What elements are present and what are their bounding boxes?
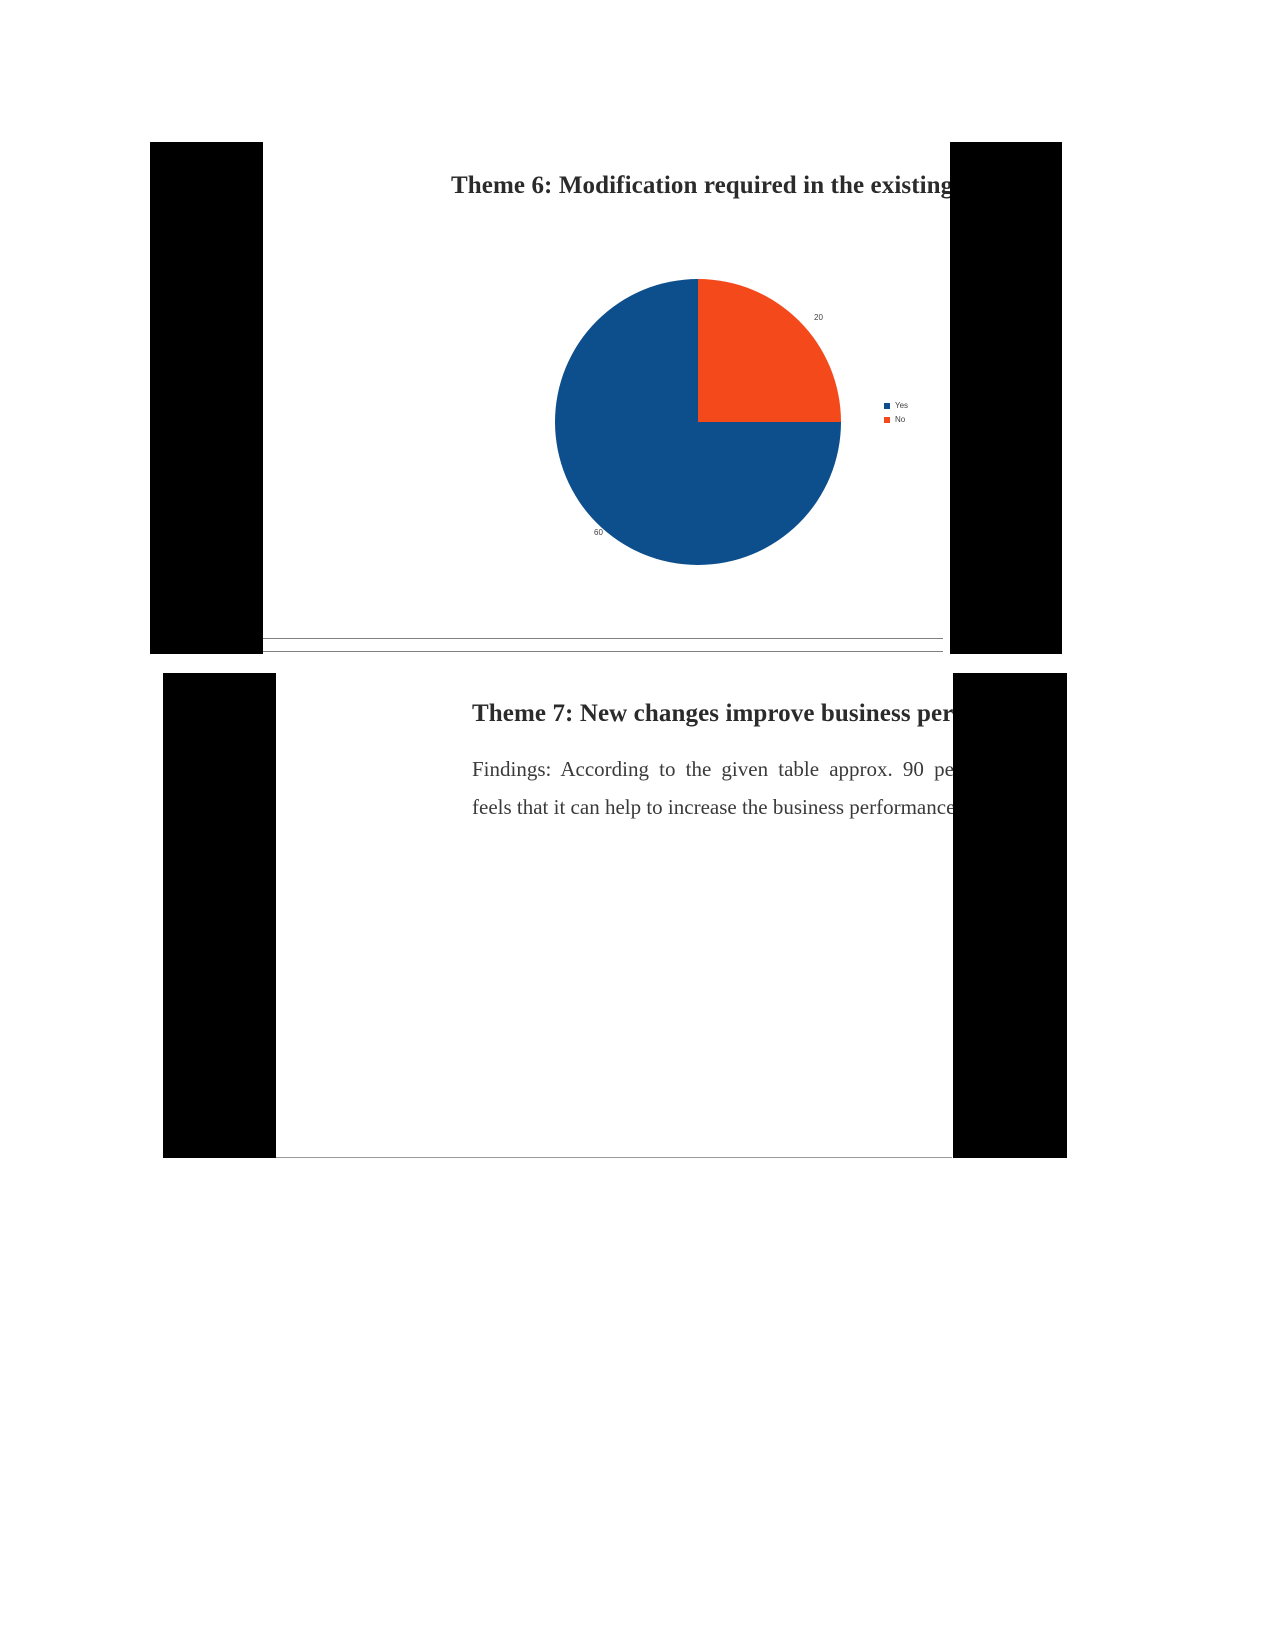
pie-data-label-no: 20	[814, 313, 823, 322]
pie-chart: 20 60 Yes No	[376, 272, 950, 582]
page-2-heading: Theme 7: New changes improve business pe…	[472, 700, 953, 727]
page-2-left-gutter-bar	[163, 673, 276, 1158]
page-2-text-block: Theme 7: New changes improve business pe…	[472, 692, 953, 827]
page-1-footer-strip	[263, 638, 943, 652]
pie-chart-legend: Yes No	[884, 400, 950, 428]
legend-label-yes: Yes	[895, 401, 909, 410]
page-2-bottom-rule	[276, 1157, 952, 1158]
page-1-heading: Theme 6: Modification required in the ex…	[451, 172, 950, 199]
legend-swatch-yes-icon	[884, 403, 890, 409]
legend-item-no: No	[884, 414, 950, 426]
page-1-right-gutter-bar	[950, 142, 1062, 654]
page-2-right-gutter-bar	[953, 673, 1067, 1158]
page-2-content-sheet: Theme 7: New changes improve business pe…	[276, 673, 953, 1158]
legend-swatch-no-icon	[884, 417, 890, 423]
legend-label-no: No	[895, 415, 906, 424]
pie-data-label-yes: 60	[594, 528, 603, 537]
pie-chart-svg	[555, 279, 841, 565]
pie-slice-no	[698, 279, 841, 422]
pie-chart-graphic: 20 60	[553, 277, 843, 567]
legend-item-yes: Yes	[884, 400, 950, 412]
document-page-2: Theme 7: New changes improve business pe…	[163, 673, 1067, 1158]
page-1-content-sheet: Theme 6: Modification required in the ex…	[263, 142, 950, 654]
page-1-text-block: Theme 6: Modification required in the ex…	[451, 164, 950, 208]
document-page-1: Theme 6: Modification required in the ex…	[150, 142, 1062, 654]
page-1-left-gutter-bar	[150, 142, 263, 654]
page-2-findings-paragraph: Findings: According to the given table a…	[472, 757, 953, 819]
